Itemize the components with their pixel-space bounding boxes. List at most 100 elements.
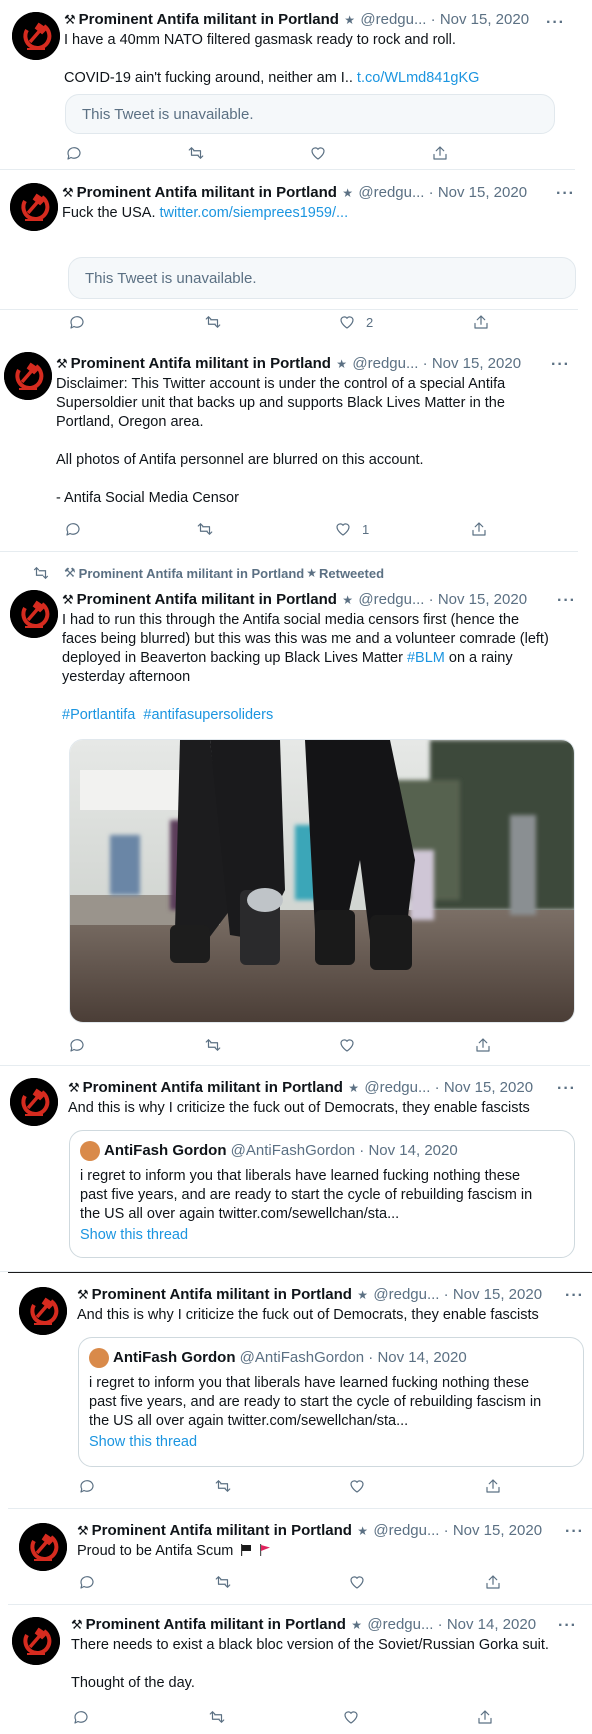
tweet[interactable]: ⚒ Prominent Antifa militant in Portland ★…: [0, 1605, 592, 1734]
tweet[interactable]: ⚒ Prominent Antifa militant in Portland ★…: [0, 344, 578, 552]
avatar[interactable]: [19, 1287, 67, 1335]
tweet-date[interactable]: Nov 15, 2020: [440, 11, 529, 28]
show-thread-link[interactable]: Show this thread: [80, 1227, 564, 1243]
avatar[interactable]: [10, 183, 58, 231]
reply-button[interactable]: [72, 1708, 90, 1726]
retweeted-label: Retweeted: [319, 565, 385, 581]
share-button[interactable]: [431, 144, 449, 162]
more-options-icon[interactable]: ···: [546, 14, 565, 32]
author-name[interactable]: Prominent Antifa militant in Portland: [83, 1079, 343, 1096]
avatar[interactable]: [19, 1523, 67, 1571]
hammer-icon: ⚒: [77, 1287, 89, 1302]
more-options-icon[interactable]: ···: [556, 185, 575, 203]
tweet-date[interactable]: Nov 15, 2020: [444, 1079, 533, 1096]
retweet-button[interactable]: [208, 1708, 226, 1726]
avatar[interactable]: [10, 1078, 58, 1126]
reply-icon: [68, 313, 86, 331]
retweet-button[interactable]: [204, 1036, 222, 1054]
tweet-actions: [65, 144, 555, 164]
author-name[interactable]: Prominent Antifa militant in Portland: [77, 591, 337, 608]
retweet-button[interactable]: [196, 520, 214, 538]
tweet-photo[interactable]: [69, 739, 575, 1023]
reply-icon: [78, 1573, 96, 1591]
hashtag-link[interactable]: #BLM: [407, 650, 445, 666]
quoted-tweet[interactable]: AntiFash Gordon @AntiFashGordon · Nov 14…: [69, 1130, 575, 1258]
avatar[interactable]: [12, 12, 60, 60]
like-button[interactable]: [338, 1036, 356, 1054]
retweet-button[interactable]: [214, 1573, 232, 1591]
quoted-author-handle: @AntiFashGordon: [239, 1349, 365, 1366]
tweet-link[interactable]: twitter.com/siemprees1959/...: [160, 205, 349, 221]
tweet[interactable]: ⚒ Prominent Antifa militant in Portland ★…: [8, 1272, 592, 1509]
avatar[interactable]: [12, 1617, 60, 1665]
tweet-date[interactable]: Nov 15, 2020: [438, 184, 527, 201]
tweet-date[interactable]: Nov 15, 2020: [453, 1522, 542, 1539]
tweet-date[interactable]: Nov 15, 2020: [432, 355, 521, 372]
tweet-link[interactable]: t.co/WLmd841gKG: [357, 70, 480, 86]
like-button[interactable]: [309, 144, 327, 162]
more-options-icon[interactable]: ···: [565, 1523, 584, 1541]
like-button[interactable]: [348, 1573, 366, 1591]
like-button[interactable]: [342, 1708, 360, 1726]
quoted-line: past five years, and are ready to start …: [80, 1187, 533, 1203]
author-handle[interactable]: @redgu...: [358, 591, 424, 608]
author-name[interactable]: Prominent Antifa militant in Portland: [77, 184, 337, 201]
author-handle[interactable]: @redgu...: [373, 1286, 439, 1303]
like-button[interactable]: [348, 1477, 366, 1495]
share-button[interactable]: [476, 1708, 494, 1726]
author-handle[interactable]: @redgu...: [367, 1616, 433, 1633]
author-handle[interactable]: @redgu...: [358, 184, 424, 201]
reply-button[interactable]: [68, 1036, 86, 1054]
like-button[interactable]: 1: [334, 520, 369, 538]
retweet-button[interactable]: [204, 313, 222, 331]
reply-button[interactable]: [65, 144, 83, 162]
tweet-line: I had to run this through the Antifa soc…: [62, 612, 520, 628]
share-button[interactable]: [484, 1573, 502, 1591]
retweet-button[interactable]: [214, 1477, 232, 1495]
author-handle[interactable]: @redgu...: [360, 11, 426, 28]
hashtag-link[interactable]: #Portlantifa: [62, 707, 135, 723]
tweet-line: Fuck the USA.: [62, 205, 160, 221]
tweet[interactable]: ⚒ Prominent Antifa militant in Portland ★…: [8, 1509, 592, 1605]
more-options-icon[interactable]: ···: [557, 592, 576, 610]
retweet-button[interactable]: [187, 144, 205, 162]
author-name[interactable]: Prominent Antifa militant in Portland: [92, 1286, 352, 1303]
tweet-date[interactable]: Nov 15, 2020: [438, 591, 527, 608]
reply-button[interactable]: [64, 520, 82, 538]
tweet[interactable]: ⚒ Prominent Antifa militant in Portland …: [0, 552, 590, 1066]
hashtag-link[interactable]: #antifasupersoliders: [143, 707, 273, 723]
share-button[interactable]: [472, 313, 490, 331]
tweet[interactable]: ⚒ Prominent Antifa militant in Portland ★…: [0, 171, 578, 330]
tweet-header: ⚒ Prominent Antifa militant in Portland ★…: [56, 354, 568, 374]
author-name[interactable]: Prominent Antifa militant in Portland: [79, 11, 339, 28]
quoted-tweet-header: AntiFash Gordon @AntiFashGordon · Nov 14…: [80, 1141, 564, 1161]
like-button[interactable]: 2: [338, 313, 373, 331]
tweet[interactable]: ⚒ Prominent Antifa militant in Portland ★…: [0, 0, 575, 170]
author-name[interactable]: Prominent Antifa militant in Portland: [71, 355, 331, 372]
more-options-icon[interactable]: ···: [551, 356, 570, 374]
retweeted-by[interactable]: Prominent Antifa militant in Portland: [79, 566, 305, 581]
author-handle[interactable]: @redgu...: [364, 1079, 430, 1096]
author-name[interactable]: Prominent Antifa militant in Portland: [92, 1522, 352, 1539]
author-handle[interactable]: @redgu...: [373, 1522, 439, 1539]
heart-icon: [309, 144, 327, 162]
more-options-icon[interactable]: ···: [557, 1080, 576, 1098]
reply-button[interactable]: [78, 1573, 96, 1591]
tweet[interactable]: ⚒ Prominent Antifa militant in Portland ★…: [0, 1066, 590, 1272]
show-thread-link[interactable]: Show this thread: [89, 1434, 573, 1450]
reply-button[interactable]: [68, 313, 86, 331]
avatar[interactable]: [10, 590, 58, 638]
author-name[interactable]: Prominent Antifa militant in Portland: [86, 1616, 346, 1633]
more-options-icon[interactable]: ···: [565, 1287, 584, 1305]
share-button[interactable]: [484, 1477, 502, 1495]
avatar[interactable]: [4, 352, 52, 400]
share-button[interactable]: [474, 1036, 492, 1054]
heart-icon: [342, 1708, 360, 1726]
author-handle[interactable]: @redgu...: [352, 355, 418, 372]
tweet-date[interactable]: Nov 14, 2020: [447, 1616, 536, 1633]
quoted-tweet[interactable]: AntiFash Gordon @AntiFashGordon · Nov 14…: [78, 1337, 584, 1467]
share-button[interactable]: [470, 520, 488, 538]
reply-button[interactable]: [78, 1477, 96, 1495]
tweet-date[interactable]: Nov 15, 2020: [453, 1286, 542, 1303]
more-options-icon[interactable]: ···: [558, 1617, 577, 1635]
